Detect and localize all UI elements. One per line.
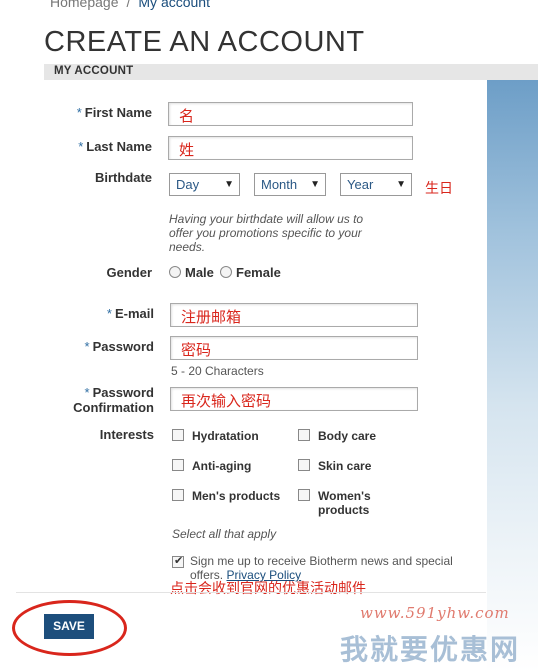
section-header: MY ACCOUNT: [44, 64, 538, 80]
last-name-input[interactable]: 姓: [168, 136, 413, 160]
birthdate-label: Birthdate: [94, 170, 152, 185]
interest-body-care-label[interactable]: Body care: [318, 429, 376, 443]
interest-skin-care-checkbox[interactable]: [298, 459, 310, 471]
first-name-input[interactable]: 名: [168, 102, 413, 126]
password-confirm-input[interactable]: 再次输入密码: [170, 387, 418, 411]
breadcrumb-home[interactable]: Homepage: [50, 0, 119, 10]
required-marker: *: [84, 339, 90, 354]
gender-female-radio[interactable]: [220, 266, 232, 278]
interest-mens-products-checkbox[interactable]: [172, 489, 184, 501]
required-marker: *: [76, 105, 82, 120]
chevron-down-icon: ▼: [310, 179, 320, 190]
birth-year-select[interactable]: Year ▼: [340, 173, 412, 196]
gender-female-label[interactable]: Female: [236, 265, 281, 280]
password-label: * Password: [84, 339, 154, 354]
required-marker: *: [78, 139, 84, 154]
email-input[interactable]: 注册邮箱: [170, 303, 418, 327]
interest-anti-aging-checkbox[interactable]: [172, 459, 184, 471]
interest-womens-products-label[interactable]: Women's products: [318, 489, 371, 517]
watermark-text: 我就要优惠网: [340, 633, 521, 666]
page-title: CREATE AN ACCOUNT: [44, 26, 365, 58]
password-input[interactable]: 密码: [170, 336, 418, 360]
interest-body-care-checkbox[interactable]: [298, 429, 310, 441]
section-title: MY ACCOUNT: [54, 65, 134, 77]
required-marker: *: [106, 306, 112, 321]
last-name-label: * Last Name: [78, 139, 152, 154]
newsletter-checkbox[interactable]: [172, 554, 184, 568]
password-confirm-label: * Password Confirmation: [73, 385, 154, 415]
breadcrumb-separator: /: [126, 0, 131, 10]
required-marker: *: [84, 385, 90, 400]
chevron-down-icon: ▼: [396, 179, 406, 190]
birthdate-annotation: 生日: [425, 181, 453, 197]
interest-hydratation-checkbox[interactable]: [172, 429, 184, 441]
interests-label: Interests: [99, 427, 154, 442]
gender-male-label[interactable]: Male: [185, 265, 214, 280]
gender-label: Gender: [106, 265, 152, 280]
newsletter-annotation: 点击会收到官网的优惠活动邮件: [170, 581, 366, 597]
interest-skin-care-label[interactable]: Skin care: [318, 459, 371, 473]
interest-mens-products-label[interactable]: Men's products: [192, 489, 280, 503]
gender-male-radio[interactable]: [169, 266, 181, 278]
breadcrumb: Homepage / My account: [50, 0, 210, 10]
password-hint: 5 - 20 Characters: [171, 364, 264, 378]
email-label: * E-mail: [106, 306, 154, 321]
breadcrumb-current[interactable]: My account: [138, 0, 210, 10]
interest-womens-products-checkbox[interactable]: [298, 489, 310, 501]
interest-hydratation-label[interactable]: Hydratation: [192, 429, 259, 443]
save-button[interactable]: SAVE: [44, 614, 94, 639]
birth-day-select[interactable]: Day ▼: [169, 173, 240, 196]
watermark-url: www.591yhw.com: [360, 604, 510, 622]
first-name-label: * First Name: [76, 105, 152, 120]
decorative-side-panel: [487, 80, 538, 672]
interests-hint: Select all that apply: [172, 527, 277, 541]
birth-month-select[interactable]: Month ▼: [254, 173, 326, 196]
divider: [16, 592, 486, 593]
birthdate-hint: Having your birthdate will allow us to o…: [169, 212, 364, 254]
chevron-down-icon: ▼: [224, 179, 234, 190]
interest-anti-aging-label[interactable]: Anti-aging: [192, 459, 251, 473]
